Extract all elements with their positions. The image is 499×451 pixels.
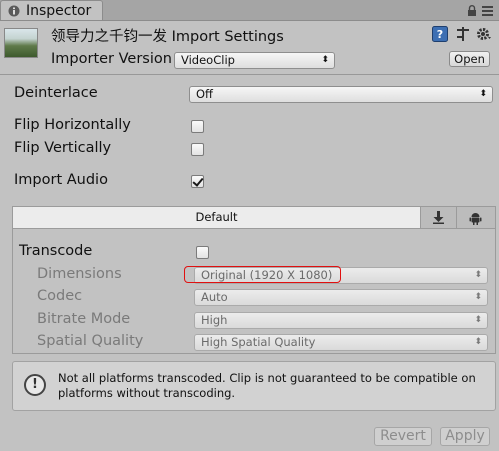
dimensions-label: Dimensions: [37, 266, 122, 282]
lock-icon[interactable]: [467, 5, 477, 20]
transcode-checkbox[interactable]: [196, 246, 209, 259]
tab-android[interactable]: [456, 207, 495, 229]
deinterlace-label: Deinterlace: [14, 85, 98, 101]
updown-arrow-icon: ⬍: [474, 337, 482, 347]
spatial-quality-label: Spatial Quality: [37, 333, 144, 349]
page-title: 领导力之千钧一发 Import Settings: [51, 29, 284, 45]
help-book-icon[interactable]: ?: [432, 26, 448, 42]
download-icon: [432, 211, 445, 228]
importer-version-label: Importer Version: [51, 51, 172, 67]
inspector-tab[interactable]: Inspector: [0, 0, 103, 20]
flip-vertically-checkbox[interactable]: [191, 143, 204, 156]
deinterlace-select[interactable]: Off ⬍: [189, 86, 493, 103]
updown-arrow-icon: ⬍: [474, 292, 482, 302]
tab-default[interactable]: Default: [13, 207, 420, 229]
revert-button[interactable]: Revert: [374, 427, 432, 446]
bitrate-mode-select[interactable]: High ⬍: [194, 312, 488, 329]
updown-arrow-icon: ⬍: [479, 89, 487, 99]
codec-label: Codec: [37, 288, 83, 304]
import-audio-checkbox[interactable]: [191, 175, 204, 188]
tab-label: Inspector: [26, 3, 92, 19]
gear-icon[interactable]: [476, 26, 492, 42]
header-divider: [0, 74, 499, 75]
flip-horizontally-checkbox[interactable]: [191, 120, 204, 133]
updown-arrow-icon: ⬍: [321, 55, 329, 65]
importer-version-value: VideoClip: [181, 53, 235, 67]
open-button[interactable]: Open: [449, 51, 490, 67]
svg-text:?: ?: [437, 28, 443, 41]
preset-icon[interactable]: [455, 26, 471, 42]
warning-icon: !: [24, 374, 46, 396]
transcode-label: Transcode: [19, 243, 93, 259]
updown-arrow-icon: ⬍: [474, 315, 482, 325]
dimensions-highlight: [184, 266, 341, 283]
bitrate-mode-value: High: [201, 313, 228, 327]
codec-value: Auto: [201, 290, 228, 304]
spatial-quality-select[interactable]: High Spatial Quality ⬍: [194, 334, 488, 351]
menu-icon[interactable]: [482, 5, 493, 20]
flip-horizontally-label: Flip Horizontally: [14, 117, 131, 133]
apply-button[interactable]: Apply: [440, 427, 490, 446]
importer-version-select[interactable]: VideoClip ⬍: [174, 52, 335, 69]
deinterlace-value: Off: [196, 87, 213, 101]
warning-text: Not all platforms transcoded. Clip is no…: [58, 371, 476, 400]
tab-standalone[interactable]: [420, 207, 456, 229]
android-icon: [469, 211, 482, 229]
codec-select[interactable]: Auto ⬍: [194, 289, 488, 306]
flip-vertically-label: Flip Vertically: [14, 140, 112, 156]
spatial-quality-value: High Spatial Quality: [201, 335, 316, 349]
import-audio-label: Import Audio: [14, 172, 108, 188]
bitrate-mode-label: Bitrate Mode: [37, 311, 131, 327]
info-icon: [8, 5, 20, 17]
updown-arrow-icon: ⬍: [474, 270, 482, 280]
video-thumbnail: [4, 28, 38, 58]
